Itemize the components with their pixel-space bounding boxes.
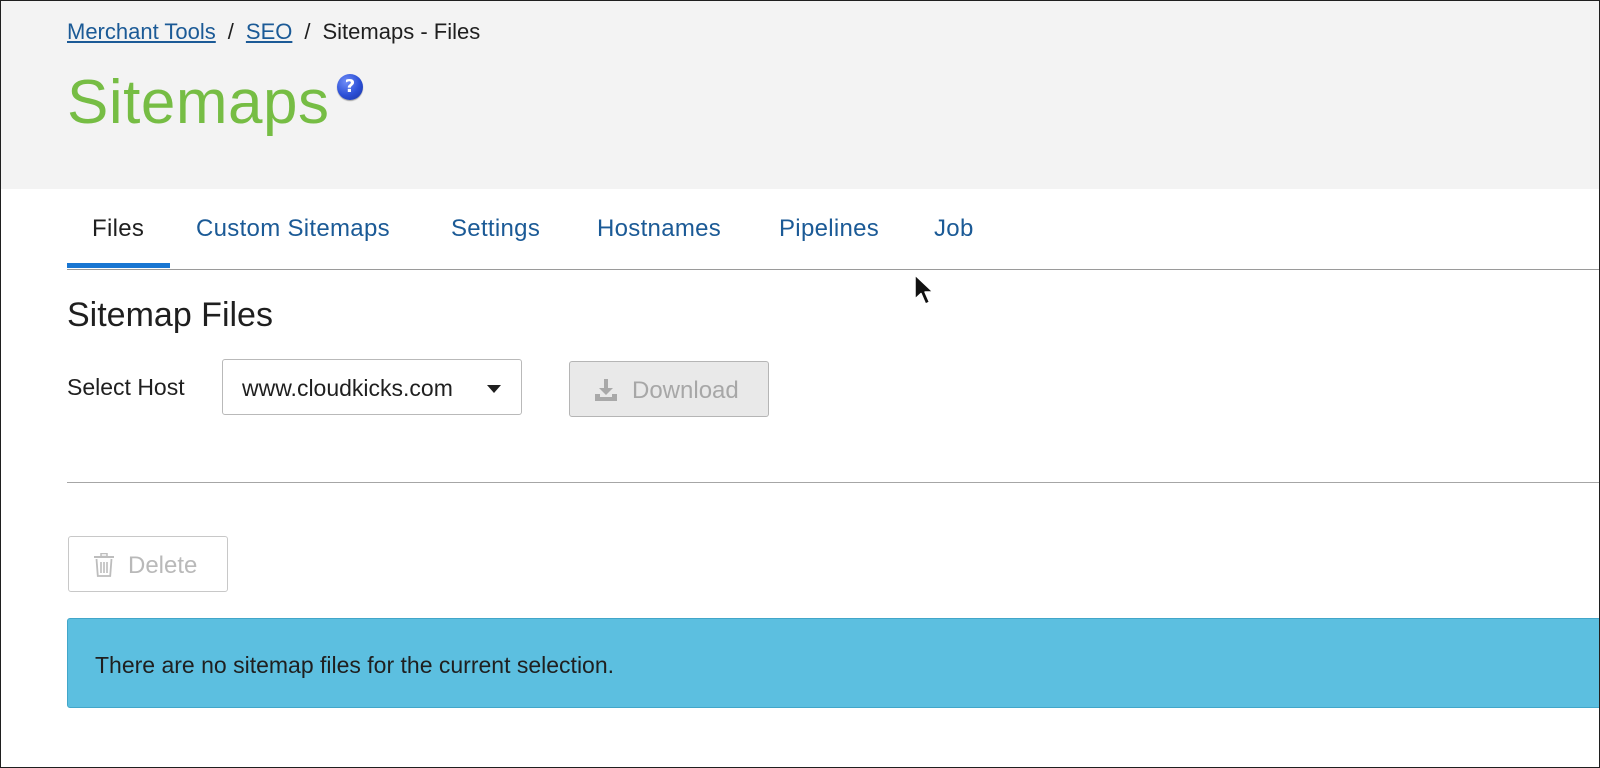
breadcrumb: Merchant Tools / SEO / Sitemaps - Files [67,19,480,45]
delete-button-label: Delete [128,552,198,579]
tab-job[interactable]: Job [934,215,974,243]
download-icon [595,379,617,401]
host-select-value: www.cloudkicks.com [242,375,453,401]
empty-state-banner: There are no sitemap files for the curre… [67,618,1599,708]
section-title: Sitemap Files [67,296,273,334]
trash-icon [94,553,114,577]
breadcrumb-current: Sitemaps - Files [322,19,481,44]
page-header: Merchant Tools / SEO / Sitemaps - Files Site… [1,1,1599,189]
question-mark-icon[interactable] [337,74,363,100]
host-select[interactable]: www.cloudkicks.com [222,359,522,415]
breadcrumb-separator: / [227,19,234,44]
active-tab-indicator [67,263,170,268]
breadcrumb-separator: / [304,19,311,44]
download-button[interactable]: Download [569,361,769,417]
tab-custom-sitemaps[interactable]: Custom Sitemaps [196,215,390,243]
section-divider [67,482,1599,483]
delete-button[interactable]: Delete [68,536,228,592]
tab-hostnames[interactable]: Hostnames [597,215,721,243]
breadcrumb-link-seo[interactable]: SEO [246,19,292,44]
empty-state-message: There are no sitemap files for the curre… [95,652,615,678]
page-title: Sitemaps [67,68,330,137]
caret-down-icon [487,385,501,393]
mouse-pointer-icon [914,274,934,305]
tab-pipelines[interactable]: Pipelines [779,215,879,243]
tab-settings[interactable]: Settings [451,215,540,243]
select-host-label: Select Host [67,374,185,400]
download-button-label: Download [632,377,739,404]
tab-bar: Files Custom Sitemaps Settings Hostnames… [67,195,1599,270]
page-frame: Merchant Tools / SEO / Sitemaps - Files Site… [0,0,1600,768]
breadcrumb-link-merchant-tools[interactable]: Merchant Tools [67,19,216,44]
tab-files[interactable]: Files [92,215,144,243]
